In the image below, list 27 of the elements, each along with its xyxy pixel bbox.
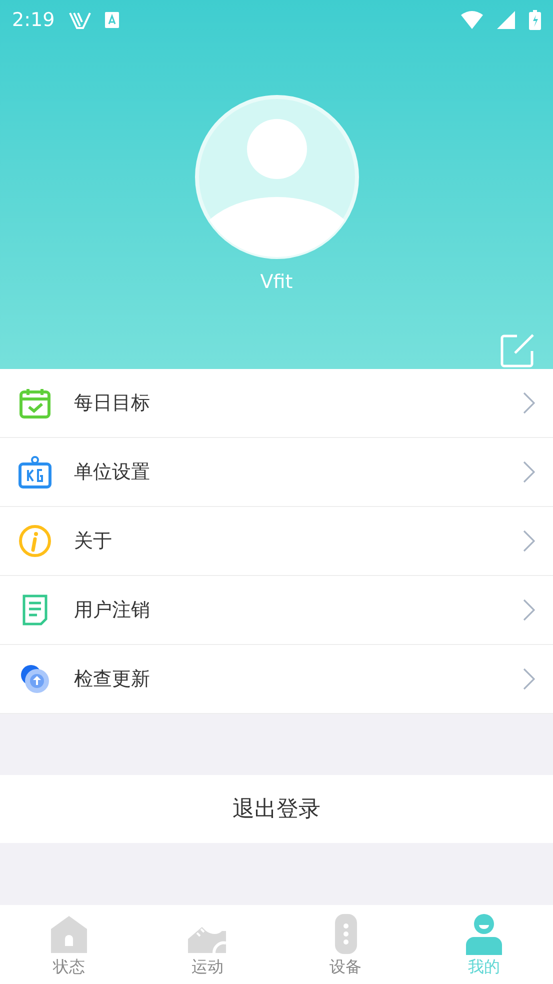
wifi-icon [461, 10, 483, 28]
nav-tab[interactable]: 设备 [276, 905, 415, 984]
info-icon [18, 524, 52, 558]
calendar-icon [18, 386, 52, 420]
chevron-right-icon [523, 461, 535, 483]
menu-item[interactable]: 每日目标 [0, 369, 553, 438]
nav-tab[interactable]: 状态 [0, 905, 138, 984]
app-logo-icon [68, 10, 91, 28]
status-time: 2:19 [12, 8, 55, 30]
notification-icon [104, 12, 119, 28]
signal-icon [497, 10, 515, 28]
chevron-right-icon [523, 599, 535, 621]
menu-item[interactable]: 单位设置 [0, 438, 553, 507]
weight-icon [18, 455, 52, 489]
edit-icon[interactable] [499, 333, 535, 369]
menu-item[interactable]: 关于 [0, 507, 553, 576]
battery-icon [529, 10, 541, 30]
logout-button[interactable]: 退出登录 [0, 775, 553, 843]
chevron-right-icon [523, 530, 535, 552]
update-icon [18, 662, 52, 696]
menu-item[interactable]: 检查更新 [0, 645, 553, 714]
nav-tab[interactable]: 运动 [138, 905, 276, 984]
user-name: Vfit [260, 271, 293, 293]
chevron-right-icon [523, 392, 535, 414]
avatar-icon [194, 95, 358, 259]
chevron-right-icon [523, 668, 535, 690]
menu-item[interactable]: 用户注销 [0, 576, 553, 645]
